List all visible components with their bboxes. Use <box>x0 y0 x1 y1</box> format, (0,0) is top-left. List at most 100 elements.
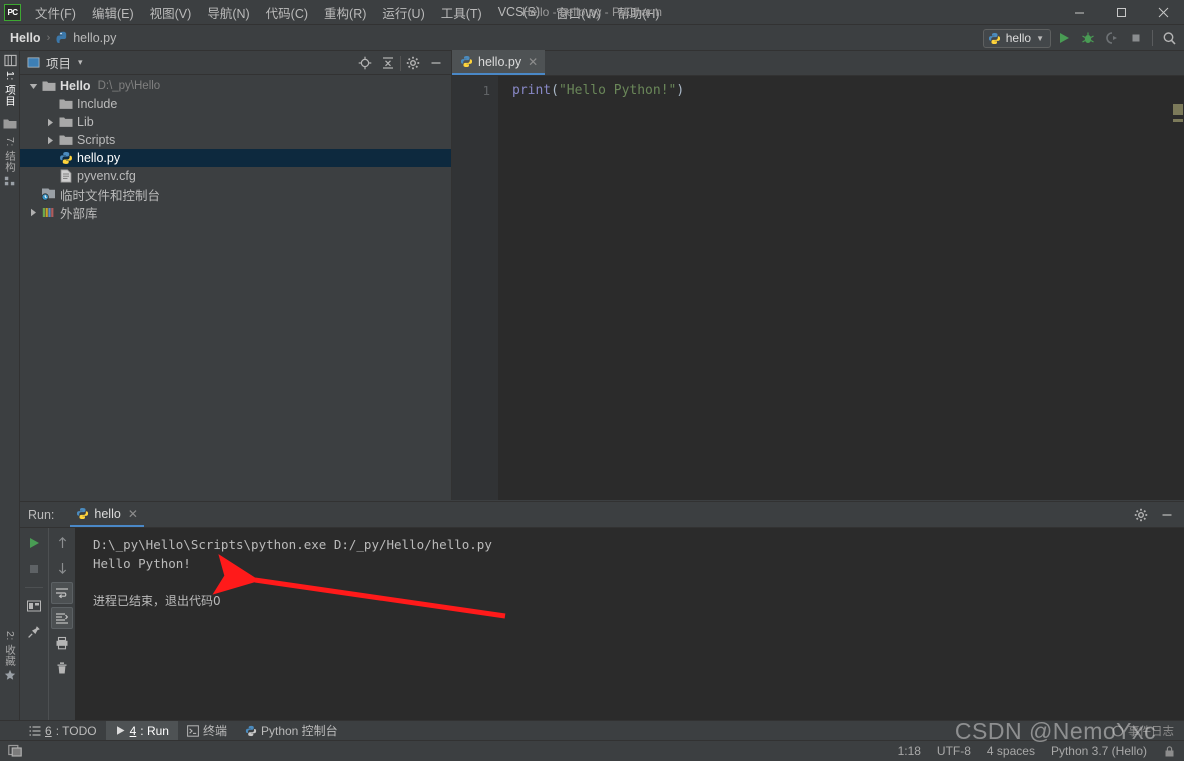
indent-setting[interactable]: 4 spaces <box>987 744 1035 758</box>
search-everywhere-icon[interactable] <box>1158 27 1180 49</box>
run-actions-secondary <box>48 528 75 740</box>
clear-all-button[interactable] <box>51 657 73 679</box>
editor-marker[interactable] <box>1173 119 1183 122</box>
scroll-to-end-button[interactable] <box>51 607 73 629</box>
menu-edit[interactable]: 编辑(E) <box>84 0 142 25</box>
close-icon[interactable]: ✕ <box>528 55 538 69</box>
editor-marker[interactable] <box>1173 104 1183 115</box>
run-tab-hello[interactable]: hello ✕ <box>70 502 144 527</box>
stop-button[interactable] <box>1125 27 1147 49</box>
file-encoding[interactable]: UTF-8 <box>937 744 971 758</box>
tree-node-Hello[interactable]: Hello D:\_py\Hello <box>20 77 451 95</box>
expand-arrow-icon[interactable] <box>27 77 40 95</box>
menu-help[interactable]: 帮助(H) <box>609 0 667 25</box>
project-panel-title: 项目 <box>46 57 72 71</box>
toggle-toolbar-icon[interactable] <box>8 744 23 758</box>
menu-bar: 文件(F) 编辑(E) 视图(V) 导航(N) 代码(C) 重构(R) 运行(U) 工具(T)… <box>27 0 668 25</box>
menu-vcs[interactable]: VCS(S) <box>490 2 548 22</box>
menu-view[interactable]: 视图(V) <box>142 0 200 25</box>
settings-gear-icon[interactable] <box>402 52 424 74</box>
menu-refactor[interactable]: 重构(R) <box>316 0 374 25</box>
hide-panel-icon[interactable] <box>1156 504 1178 526</box>
maximize-button[interactable] <box>1100 0 1142 25</box>
menu-tools[interactable]: 工具(T) <box>433 0 490 25</box>
tool-tab-favorites[interactable]: 2: 收藏 <box>0 631 20 684</box>
console-output[interactable]: D:\_py\Hello\Scripts\python.exe D:/_py/H… <box>75 528 1184 740</box>
bottom-tab-run[interactable]: 4: Run <box>105 720 178 741</box>
tree-node-label: Scripts <box>77 133 116 147</box>
expand-arrow-icon[interactable] <box>44 131 57 149</box>
python-file-icon <box>56 31 69 44</box>
locate-file-icon[interactable] <box>354 52 376 74</box>
menu-navigate[interactable]: 导航(N) <box>199 0 257 25</box>
config-file-icon <box>57 168 74 184</box>
run-panel-actions <box>1130 502 1178 528</box>
tree-node-Include[interactable]: Include <box>20 95 451 113</box>
python-icon <box>988 32 1001 45</box>
tree-node-外部库[interactable]: 外部库 <box>20 203 451 221</box>
close-icon[interactable]: ✕ <box>128 507 138 521</box>
folder-icon <box>57 132 74 148</box>
debug-button[interactable] <box>1077 27 1099 49</box>
bottom-tab-label: : TODO <box>55 723 97 738</box>
event-log-button[interactable]: 事件日志 <box>1112 723 1174 739</box>
breadcrumb-file[interactable]: hello.py <box>56 31 116 45</box>
run-with-coverage-button[interactable] <box>1101 27 1123 49</box>
bottom-tab-label: 终端 <box>202 724 227 738</box>
hide-panel-icon[interactable] <box>425 52 447 74</box>
bottom-tab-todo[interactable]: 6: TODO <box>20 721 106 741</box>
tree-node-Scripts[interactable]: Scripts <box>20 131 451 149</box>
editor-marker-gutter[interactable] <box>1172 76 1184 500</box>
down-arrow-button[interactable] <box>51 557 73 579</box>
tree-node-label: Lib <box>77 115 94 129</box>
rerun-button[interactable] <box>23 532 45 554</box>
run-button[interactable] <box>1053 27 1075 49</box>
folder-icon <box>57 114 74 130</box>
bottom-tool-window-bar: 6: TODO 4: Run 终端 Python 控制台 <box>0 720 1184 741</box>
menu-file[interactable]: 文件(F) <box>27 0 84 25</box>
bottom-tab-terminal[interactable]: 终端 <box>178 721 236 741</box>
console-line: D:\_py\Hello\Scripts\python.exe D:/_py/H… <box>93 537 492 552</box>
caret-position[interactable]: 1:18 <box>898 744 921 758</box>
breadcrumb-file-label: hello.py <box>73 30 117 45</box>
up-arrow-button[interactable] <box>51 532 73 554</box>
menu-code[interactable]: 代码(C) <box>258 0 316 25</box>
minimize-button[interactable] <box>1058 0 1100 25</box>
tool-tab-structure[interactable]: 7: 结构 <box>0 137 20 190</box>
bottom-tab-python-console[interactable]: Python 控制台 <box>236 721 347 741</box>
soft-wrap-button[interactable] <box>51 582 73 604</box>
menu-run[interactable]: 运行(U) <box>374 0 432 25</box>
collapse-all-icon[interactable] <box>377 52 399 74</box>
project-panel-actions <box>354 51 447 75</box>
main-toolbar-actions: hello ▼ <box>982 25 1180 51</box>
code-editor[interactable]: 1 print("Hello Python!") <box>452 76 1184 500</box>
project-tree[interactable]: Hello D:\_py\Hello Include Lib Scripts hello.… <box>20 75 451 499</box>
print-button[interactable] <box>51 632 73 654</box>
editor-tab-hello-py[interactable]: hello.py ✕ <box>452 50 546 75</box>
close-button[interactable] <box>1142 0 1184 25</box>
run-configuration-selector[interactable]: hello ▼ <box>982 28 1051 48</box>
tree-node-label: 外部库 <box>60 206 98 221</box>
menu-window[interactable]: 窗口(W) <box>548 0 609 25</box>
code-line[interactable]: print("Hello Python!") <box>512 82 1184 99</box>
tree-node-hello.py[interactable]: hello.py <box>20 149 451 167</box>
tree-node-pyvenv.cfg[interactable]: pyvenv.cfg <box>20 167 451 185</box>
code-content[interactable]: print("Hello Python!") <box>498 76 1184 500</box>
settings-gear-icon[interactable] <box>1130 504 1152 526</box>
expand-arrow-icon[interactable] <box>44 113 57 131</box>
tree-node-临时文件和控制台[interactable]: 临时文件和控制台 <box>20 185 451 203</box>
status-bar-right: 1:18 UTF-8 4 spaces Python 3.7 (Hello) <box>898 744 1176 758</box>
stop-button[interactable] <box>23 558 45 580</box>
run-panel-header: Run: hello ✕ <box>20 502 1184 528</box>
project-tool-window: 项目 ▾ Hello D:\_py\Hello Include Lib Scri… <box>20 51 452 500</box>
status-lock-icon[interactable] <box>1163 745 1176 758</box>
editor-area: hello.py ✕ 1 print("Hello Python!") <box>452 50 1184 500</box>
layout-button[interactable] <box>23 595 45 617</box>
python-interpreter[interactable]: Python 3.7 (Hello) <box>1051 744 1147 758</box>
breadcrumb-project[interactable]: Hello <box>10 31 41 45</box>
tool-tab-project[interactable]: 1: 项目 <box>0 51 20 106</box>
tree-node-Lib[interactable]: Lib <box>20 113 451 131</box>
pin-tab-button[interactable] <box>23 621 45 643</box>
expand-arrow-icon[interactable] <box>27 203 40 221</box>
window-controls <box>1058 0 1184 25</box>
